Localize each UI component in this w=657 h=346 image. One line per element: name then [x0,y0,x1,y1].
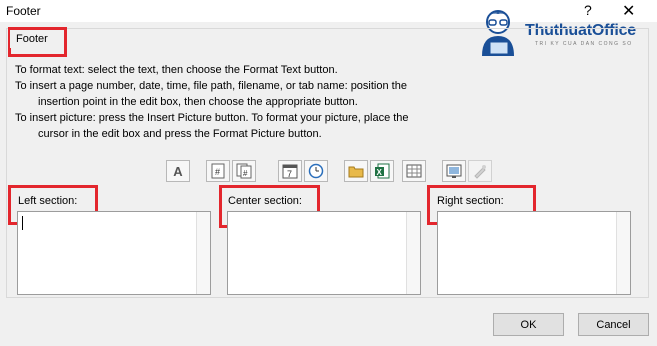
right-section-scrollbar[interactable] [616,212,630,294]
instruction-line-5: cursor in the edit box and press the For… [38,128,322,140]
format-picture-button[interactable] [468,160,492,182]
insert-date-button[interactable]: 7 [278,160,302,182]
left-section-label: Left section: [18,195,78,207]
footer-group-label: Footer [10,30,54,48]
left-section-textbox[interactable] [17,211,211,295]
page-number-icon: # [211,163,225,179]
number-of-pages-icon: # [236,163,252,179]
title-bar [0,0,657,22]
help-icon[interactable]: ? [584,2,592,18]
cancel-button[interactable]: Cancel [578,313,649,336]
right-section-textbox[interactable] [437,211,631,295]
format-picture-icon [474,165,486,179]
insert-filename-button[interactable]: X [370,160,394,182]
clock-icon [308,163,324,179]
folder-icon [348,166,364,178]
svg-text:#: # [243,169,248,178]
instruction-line-2: To insert a page number, date, time, fil… [15,80,407,92]
instruction-line-1: To format text: select the text, then ch… [15,64,338,76]
svg-text:7: 7 [287,169,292,179]
text-cursor [22,216,23,230]
instruction-line-3: insertion point in the edit box, then ch… [38,96,358,108]
right-section-label: Right section: [437,195,504,207]
center-section-label: Center section: [228,195,302,207]
window-title: Footer [6,4,41,18]
insert-number-of-pages-button[interactable]: # [232,160,256,182]
center-section-textbox[interactable] [227,211,421,295]
picture-icon [446,164,462,178]
format-text-button[interactable]: A [166,160,190,182]
insert-picture-button[interactable] [442,160,466,182]
insert-file-path-button[interactable] [344,160,368,182]
left-section-scrollbar[interactable] [196,212,210,294]
close-icon[interactable]: ✕ [622,1,635,21]
calendar-icon: 7 [282,164,298,179]
insert-time-button[interactable] [304,160,328,182]
insert-page-number-button[interactable]: # [206,160,230,182]
svg-text:#: # [215,167,220,177]
ok-button[interactable]: OK [493,313,564,336]
insert-sheet-name-button[interactable] [402,160,426,182]
instruction-line-4: To insert picture: press the Insert Pict… [15,112,409,124]
center-section-scrollbar[interactable] [406,212,420,294]
sheet-grid-icon [406,164,422,178]
excel-file-icon: X [375,163,390,179]
format-text-icon: A [173,163,183,179]
svg-text:X: X [377,168,383,177]
